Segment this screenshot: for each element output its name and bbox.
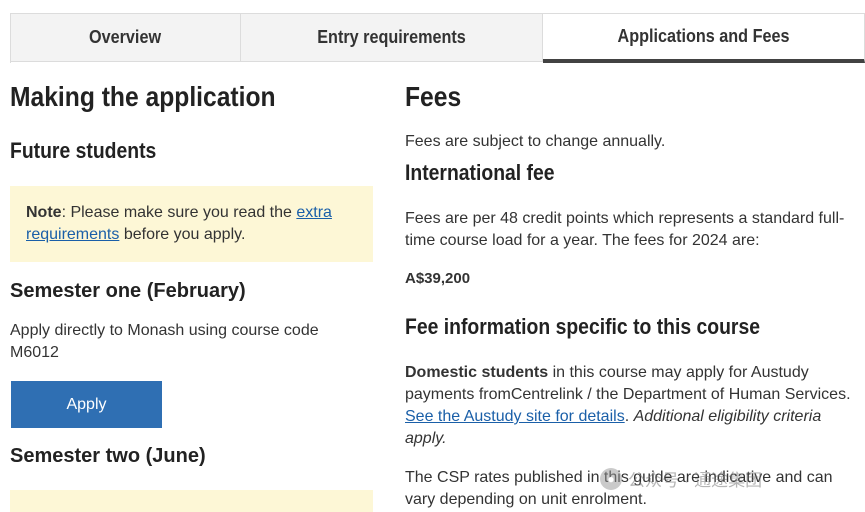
watermark-text: 公众号 · 通途集团: [628, 471, 763, 490]
international-fee-text: Fees are per 48 credit points which repr…: [405, 210, 845, 249]
international-fee-block: International fee: [405, 159, 575, 187]
period: .: [624, 408, 634, 425]
tab-entry-requirements-label: Entry requirements: [317, 27, 466, 47]
tab-bar: Overview Entry requirements Applications…: [10, 13, 865, 63]
austudy-link[interactable]: See the Austudy site for details: [405, 408, 625, 425]
specific-fee-heading: Fee information specific to this course: [405, 314, 761, 339]
note-text-after: before you apply.: [119, 226, 246, 243]
note-text: Note: Please make sure you read the extr…: [26, 202, 357, 246]
tab-overview-label: Overview: [89, 27, 162, 47]
tab-overview[interactable]: Overview: [11, 14, 241, 62]
domestic-students-text: Domestic students in this course may app…: [405, 362, 860, 450]
international-fee-amount: A$39,200: [405, 270, 471, 287]
fees-intro-block: Fees are subject to change annually.: [405, 131, 860, 153]
fees-heading: Fees: [405, 81, 462, 112]
tab-entry-requirements[interactable]: Entry requirements: [240, 14, 544, 62]
semester-two-note-box: [10, 490, 373, 512]
tab-applications-and-fees[interactable]: Applications and Fees: [543, 14, 865, 63]
note-box: Note: Please make sure you read the extr…: [10, 186, 373, 262]
semester-one-block: Semester one (February): [10, 278, 246, 304]
note-label: Note: [26, 204, 62, 221]
fees-block: Fees: [405, 80, 469, 114]
international-fee-text-block: Fees are per 48 credit points which repr…: [405, 208, 860, 252]
making-application-heading: Making the application: [10, 81, 276, 112]
specific-fee-block: Fee information specific to this course: [405, 313, 808, 341]
apply-button[interactable]: Apply: [11, 381, 162, 428]
future-students-block: Future students: [10, 137, 176, 165]
watermark: ● 公众号 · 通途集团: [600, 466, 762, 491]
wechat-icon: ●: [600, 467, 622, 490]
semester-one-text-block: Apply directly to Monash using course co…: [10, 320, 350, 364]
semester-two-block: Semester two (June): [10, 443, 206, 469]
international-fee-heading: International fee: [405, 160, 555, 185]
note-text-before: : Please make sure you read the: [61, 204, 297, 221]
tab-applications-and-fees-label: Applications and Fees: [617, 26, 790, 46]
semester-two-heading: Semester two (June): [10, 445, 206, 467]
semester-one-text: Apply directly to Monash using course co…: [10, 322, 319, 361]
left-column: Making the application: [10, 80, 312, 114]
domestic-students-block: Domestic students in this course may app…: [405, 362, 860, 450]
future-students-heading: Future students: [10, 138, 157, 163]
domestic-students-label: Domestic students: [405, 364, 549, 381]
fees-intro-text: Fees are subject to change annually.: [405, 133, 666, 150]
semester-one-heading: Semester one (February): [10, 280, 246, 302]
international-fee-amount-block: A$39,200: [405, 270, 470, 288]
